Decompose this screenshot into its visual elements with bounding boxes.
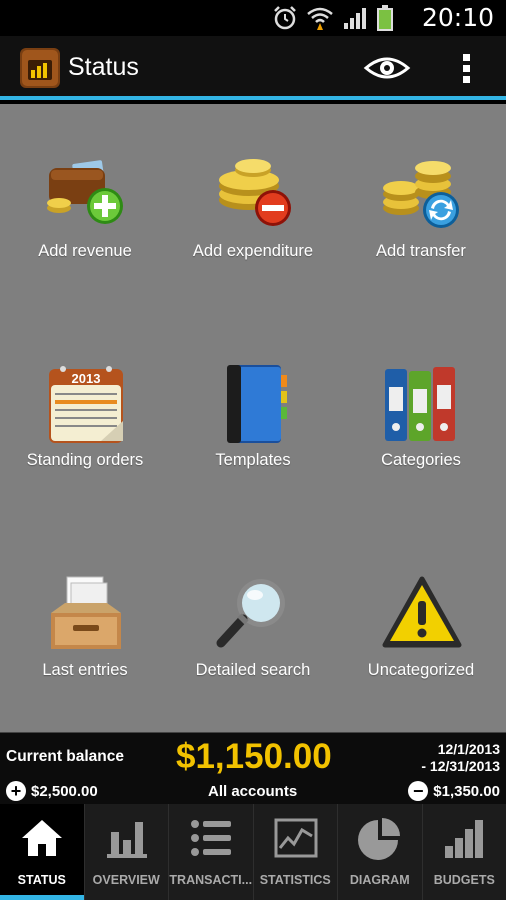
tile-add-transfer[interactable]: Add transfer [337,104,505,284]
tab-diagram[interactable]: DIAGRAM [338,804,423,900]
wallet-plus-icon [47,160,123,224]
accounts-filter[interactable]: All accounts [208,783,297,800]
action-bar: Status [0,36,506,100]
tab-transactions[interactable]: TRANSACTI... [169,804,254,900]
notebook-icon [227,365,287,443]
warning-icon [382,576,462,648]
calendar-year: 2013 [72,371,101,386]
pie-chart-icon [358,818,400,860]
tile-label: Add expenditure [192,242,314,260]
coins-transfer-icon [383,161,459,228]
tab-label: OVERVIEW [92,873,160,887]
tile-label: Add revenue [38,242,132,260]
tile-add-revenue[interactable]: Add revenue [1,104,169,284]
visibility-eye-icon[interactable] [362,48,412,88]
tile-add-expenditure[interactable]: Add expenditure [169,104,337,284]
tab-label: STATUS [17,873,66,887]
tile-label: Categories [381,451,461,469]
alarm-icon [274,6,296,30]
date-range: 12/1/2013 - 12/31/2013 [421,741,500,775]
overflow-menu-icon[interactable] [452,48,482,88]
tab-overview[interactable]: OVERVIEW [85,804,169,900]
tab-label: TRANSACTI... [169,873,253,887]
wifi-icon [307,7,333,30]
date-from: 12/1/2013 [437,741,500,757]
income-amount: $2,500.00 [31,782,98,800]
tile-standing-orders[interactable]: 2013 Standing orders [1,313,169,493]
bar-chart-icon [106,822,147,858]
dashboard-grid: Add revenue Add expenditure Add transfer… [0,104,506,732]
tile-templates[interactable]: Templates [169,313,337,493]
tab-status[interactable]: STATUS [0,804,85,900]
system-status-bar: 20:10 [0,0,506,36]
minus-circle-icon: − [408,781,429,801]
tile-label: Templates [215,451,291,469]
plus-circle-icon: + [6,781,26,801]
expense-amount: $1,350.00 [433,782,500,800]
app-logo-icon[interactable] [18,46,62,90]
tab-statistics[interactable]: STATISTICS [254,804,338,900]
tab-label: STATISTICS [259,873,331,887]
current-balance-label: Current balance [6,748,125,765]
line-chart-icon [274,818,317,858]
tile-label: Last entries [42,661,128,679]
tab-label: BUDGETS [433,873,495,887]
date-to: - 12/31/2013 [421,758,500,774]
tile-detailed-search[interactable]: Detailed search [169,523,337,703]
binders-icon [385,367,455,441]
coins-minus-icon [219,159,291,226]
tile-uncategorized[interactable]: Uncategorized [337,523,505,703]
income-total: + $2,500.00 [6,781,98,801]
list-icon [191,820,231,856]
home-icon [22,820,62,856]
tile-label: Standing orders [26,451,144,469]
tile-label: Detailed search [195,661,311,679]
tile-last-entries[interactable]: Last entries [1,523,169,703]
signal-icon [344,8,366,29]
clock-time: 20:10 [421,3,494,32]
tile-categories[interactable]: Categories [337,313,505,493]
ascending-bars-icon [444,820,483,858]
balance-panel[interactable]: Current balance $1,150.00 12/1/2013 - 12… [0,732,506,804]
inbox-tray-icon [51,576,121,649]
tab-label: DIAGRAM [349,873,410,887]
magnifier-icon [216,579,285,648]
bottom-tab-bar: STATUS OVERVIEW TRANSACTI... STATISTICS … [0,804,506,900]
tile-label: Uncategorized [367,661,475,679]
tab-budgets[interactable]: BUDGETS [423,804,506,900]
current-balance-amount: $1,150.00 [176,737,332,776]
tile-label: Add transfer [376,242,466,260]
page-title: Status [68,53,139,81]
battery-icon [377,5,393,31]
calendar-icon: 2013 [49,366,123,443]
expense-total: − $1,350.00 [408,781,500,801]
